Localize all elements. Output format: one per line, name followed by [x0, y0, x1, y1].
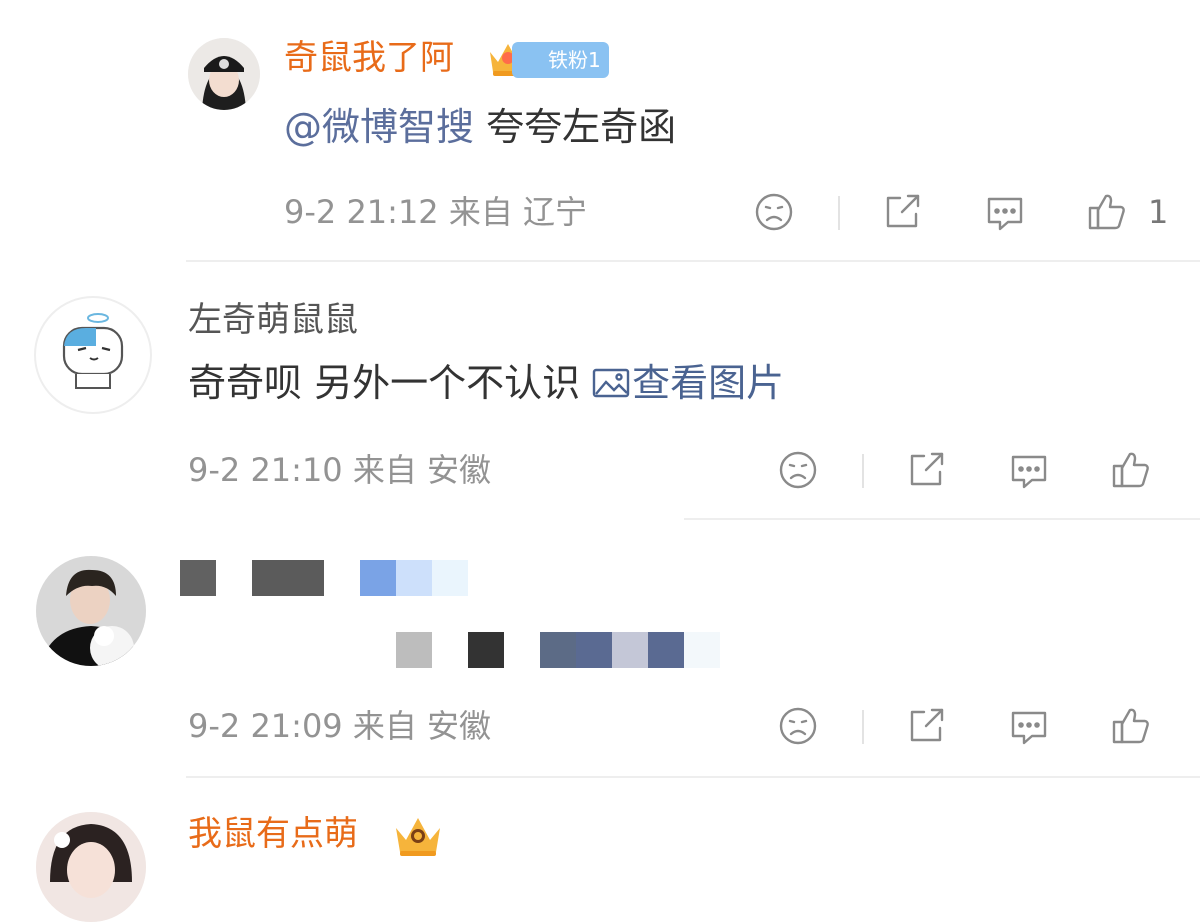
comment-item: 左奇萌鼠鼠 奇奇呗 另外一个不认识 查看图片 9-2 21:10 来自 安徽	[0, 262, 1200, 520]
crown-icon	[392, 812, 444, 862]
share-button[interactable]	[880, 190, 924, 234]
action-divider	[838, 196, 840, 230]
censored-block	[432, 560, 468, 596]
sad-face-icon	[779, 451, 817, 489]
comment-meta: 9-2 21:10 来自 安徽	[188, 450, 491, 490]
censored-block	[396, 632, 432, 668]
censored-block	[468, 632, 504, 668]
emoji-reaction-button[interactable]	[752, 190, 796, 234]
like-button[interactable]	[1108, 446, 1154, 492]
censored-block	[648, 632, 684, 668]
location: 来自 安徽	[352, 707, 492, 745]
reply-button[interactable]	[982, 190, 1028, 236]
censored-block	[612, 632, 648, 668]
censored-block	[540, 632, 576, 668]
reply-button[interactable]	[1006, 704, 1052, 750]
image-icon	[592, 368, 630, 398]
comment-text: @微博智搜 夸夸左奇函	[284, 104, 676, 150]
location: 来自 安徽	[352, 451, 492, 489]
timestamp: 9-2 21:10	[188, 451, 343, 489]
sad-face-icon	[755, 193, 793, 231]
comment-text: 奇奇呗 另外一个不认识 查看图片	[188, 360, 784, 406]
view-image-link[interactable]: 查看图片	[592, 361, 784, 405]
thumbs-up-icon	[1112, 708, 1149, 744]
fan-badge: 铁粉1	[512, 42, 609, 78]
timestamp: 9-2 21:09	[188, 707, 343, 745]
action-divider	[862, 710, 864, 744]
comment-item: 我鼠有点萌	[0, 778, 1200, 922]
comment-item: 奇鼠我了阿 铁粉1 @微博智搜 夸夸左奇函 9-2 21:12 来自 辽宁 1	[0, 0, 1200, 262]
mention-link[interactable]: @微博智搜	[284, 105, 474, 149]
censored-block	[396, 560, 432, 596]
thumbs-up-icon	[1088, 194, 1125, 230]
censored-block	[576, 632, 612, 668]
view-image-label: 查看图片	[632, 361, 785, 405]
like-count: 1	[1148, 193, 1169, 231]
action-divider	[862, 454, 864, 488]
censored-block	[684, 632, 720, 668]
username[interactable]: 左奇萌鼠鼠	[188, 300, 358, 340]
comment-icon	[1011, 455, 1047, 489]
comment-body: 奇奇呗 另外一个不认识	[188, 361, 593, 405]
avatar[interactable]	[36, 812, 146, 922]
avatar[interactable]	[36, 556, 146, 666]
comment-body: 夸夸左奇函	[486, 105, 677, 149]
share-icon	[910, 708, 944, 742]
share-icon	[910, 452, 944, 486]
like-button[interactable]	[1108, 702, 1154, 748]
comment-item: 9-2 21:09 来自 安徽	[0, 520, 1200, 778]
comment-meta: 9-2 21:09 来自 安徽	[188, 706, 491, 746]
comment-meta: 9-2 21:12 来自 辽宁	[284, 192, 587, 232]
like-button[interactable]	[1084, 188, 1130, 234]
avatar[interactable]	[34, 296, 152, 414]
reply-button[interactable]	[1006, 448, 1052, 494]
location: 来自 辽宁	[448, 193, 588, 231]
username[interactable]: 我鼠有点萌	[188, 814, 358, 854]
comment-icon	[1011, 711, 1047, 745]
censored-block	[360, 560, 396, 596]
thumbs-up-icon	[1112, 452, 1149, 488]
emoji-reaction-button[interactable]	[776, 704, 820, 748]
share-button[interactable]	[904, 448, 948, 492]
censored-block	[180, 560, 216, 596]
share-icon	[886, 194, 920, 228]
emoji-reaction-button[interactable]	[776, 448, 820, 492]
censored-block	[252, 560, 324, 596]
sad-face-icon	[779, 707, 817, 745]
timestamp: 9-2 21:12	[284, 193, 439, 231]
username[interactable]: 奇鼠我了阿	[284, 38, 454, 78]
comment-icon	[987, 197, 1023, 231]
avatar[interactable]	[188, 38, 260, 110]
share-button[interactable]	[904, 704, 948, 748]
